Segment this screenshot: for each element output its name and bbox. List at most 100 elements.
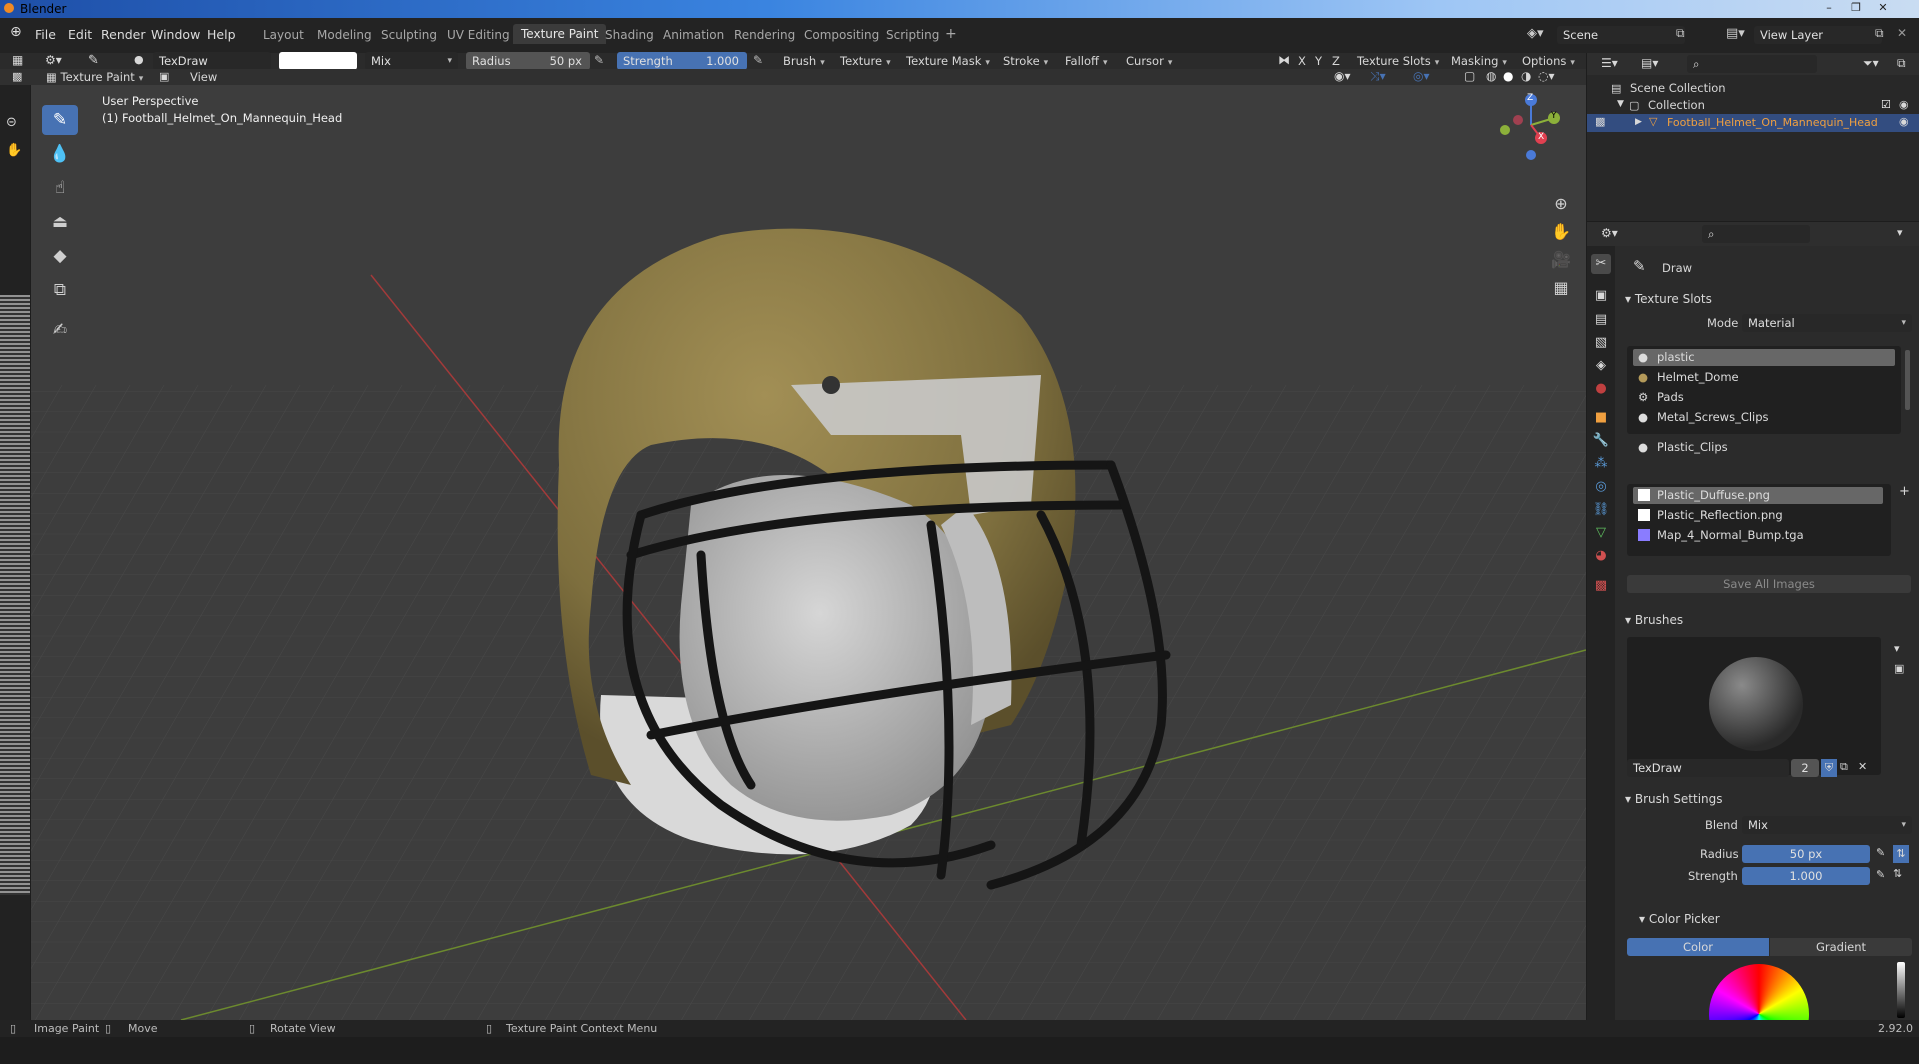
clone-tool-button[interactable]: ⏏ [42,207,78,237]
tab-scripting[interactable]: Scripting [886,28,939,42]
chevron-down-icon[interactable]: ▾ [1894,642,1900,655]
scene-icon[interactable]: ◈▾ [1527,26,1544,41]
blender-menu-icon[interactable]: ⊕ [10,24,22,40]
tab-sculpting[interactable]: Sculpting [381,28,437,42]
physics-tab-icon[interactable]: ◎ [1591,477,1611,497]
new-view-layer-icon[interactable]: ⧉ [1875,26,1884,41]
fake-user-shield-icon[interactable]: ⛨ [1821,759,1837,777]
save-all-images-button[interactable]: Save All Images [1627,575,1911,593]
radius-pressure-icon[interactable]: ✎ [594,53,604,67]
collection-checkbox-icon[interactable]: ☑ [1881,98,1891,111]
draw-tool-button[interactable]: ✎ [42,105,78,135]
new-scene-icon[interactable]: ⧉ [1676,26,1685,41]
zoom-icon[interactable]: ⊝ [6,115,17,130]
list-item[interactable]: ● Helmet_Dome [1633,369,1895,386]
properties-search-input[interactable]: ⌕ [1702,225,1810,243]
display-mode-icon[interactable]: ▤▾ [1641,56,1658,70]
list-item[interactable]: Plastic_Reflection.png [1633,507,1883,524]
expand-arrow-icon[interactable]: ▼ [1617,99,1624,109]
tab-animation[interactable]: Animation [663,28,724,42]
editor-type-icon[interactable]: ⚙▾ [1601,226,1618,240]
duplicate-brush-icon[interactable]: ⧉ [1840,760,1848,774]
texture-slots-panel-header[interactable]: ▾ Texture Slots [1625,292,1712,306]
paint-mask-icon[interactable]: ▣ [159,70,169,83]
scene-field[interactable]: Scene [1557,26,1685,44]
tab-modeling[interactable]: Modeling [317,28,372,42]
new-collection-icon[interactable]: ⧉ [1897,56,1906,71]
blend-mode-dropdown[interactable]: Mix ▾ [365,52,458,70]
view-menu[interactable]: View [190,68,217,86]
add-workspace-icon[interactable]: + [945,26,957,42]
brush-image-icon[interactable]: ▣ [1894,662,1904,675]
smear-tool-button[interactable]: ☝ [42,173,78,203]
pan-view-hand-icon[interactable]: ✋ [1549,220,1573,244]
mirror-y-toggle[interactable]: Y [1315,52,1322,70]
mirror-z-toggle[interactable]: Z [1332,52,1340,70]
unlink-brush-icon[interactable]: ✕ [1858,760,1867,773]
texture-mode-dropdown[interactable]: Material ▾ [1742,314,1912,332]
soften-tool-button[interactable]: 💧 [42,139,78,169]
editor-type-icon[interactable]: ☰▾ [1601,56,1618,70]
editor-type-icon[interactable]: ▩ [12,70,22,83]
brush-color-swatch[interactable] [279,52,357,70]
blend-dropdown[interactable]: Mix ▾ [1742,816,1912,834]
visibility-eye-icon[interactable]: ◉▾ [1334,69,1351,83]
color-picker-panel-header[interactable]: ▾ Color Picker [1639,912,1720,926]
list-item[interactable]: Plastic_Duffuse.png [1633,487,1883,504]
view-layer-tab-icon[interactable]: ▧ [1591,333,1611,353]
particles-tab-icon[interactable]: ⁂ [1591,454,1611,474]
tool-tab-icon[interactable]: ✂ [1591,254,1611,274]
menu-window[interactable]: Window [151,27,200,42]
list-scrollbar[interactable] [1905,350,1910,410]
list-item[interactable]: ● Metal_Screws_Clips [1633,409,1895,426]
brush-name-field[interactable]: TexDraw [1627,759,1789,777]
add-slot-icon[interactable]: + [1899,484,1910,499]
texture-tab-icon[interactable]: ▩ [1591,576,1611,596]
menu-help[interactable]: Help [207,27,236,42]
material-tab-icon[interactable]: ◕ [1591,546,1611,566]
mask-tool-button[interactable]: ⧉ [42,275,78,305]
zoom-view-icon[interactable]: ⊕ [1549,192,1573,216]
expand-arrow-icon[interactable]: ▶ [1635,117,1642,127]
visibility-eye-icon[interactable]: ◉ [1899,115,1909,128]
chevron-down-icon[interactable]: ▾ [1897,226,1903,239]
view-layer-field[interactable]: View Layer [1754,26,1882,44]
close-icon[interactable]: ✕ [1872,1,1894,16]
menu-edit[interactable]: Edit [68,27,92,42]
maximize-icon[interactable]: ❐ [1845,1,1867,16]
tab-shading[interactable]: Shading [605,28,654,42]
scrollbar-strip[interactable] [0,295,30,895]
modifier-tab-icon[interactable]: 🔧 [1591,431,1611,451]
visibility-eye-icon[interactable]: ◉ [1899,98,1909,111]
strength-slider[interactable]: 1.000 [1742,867,1870,885]
rendered-shading-icon[interactable]: ◌▾ [1538,69,1555,83]
camera-view-icon[interactable]: 🎥 [1549,248,1573,272]
list-item[interactable]: ● Plastic_Clips [1633,439,1895,456]
menu-file[interactable]: File [35,27,56,42]
tab-rendering[interactable]: Rendering [734,28,795,42]
list-item[interactable]: ⚙ Pads [1633,389,1895,406]
xray-toggle-icon[interactable]: ▢ [1464,69,1475,83]
radius-slider[interactable]: Radius 50 px [466,52,590,70]
object-tab-icon[interactable]: ■ [1591,408,1611,428]
tab-uv-editing[interactable]: UV Editing [447,28,510,42]
annotate-tool-button[interactable]: ✍ [42,315,78,345]
tab-texture-paint[interactable]: Texture Paint [513,24,607,44]
render-tab-icon[interactable]: ▣ [1591,286,1611,306]
world-tab-icon[interactable]: ● [1591,379,1611,399]
collection-label[interactable]: Collection [1648,98,1705,112]
brush-preview[interactable] [1627,637,1881,775]
outliner-row-object[interactable]: ▩ ▶ ▽ Football_Helmet_On_Mannequin_Head … [1587,114,1919,132]
brushes-panel-header[interactable]: ▾ Brushes [1625,613,1683,627]
view-layer-icon[interactable]: ▤▾ [1726,26,1745,41]
data-tab-icon[interactable]: ▽ [1591,523,1611,543]
material-shading-icon[interactable]: ◑ [1521,69,1531,83]
tool-settings-icon[interactable]: ⚙▾ [45,53,62,67]
radius-pressure-icon[interactable]: ✎ [1876,846,1885,859]
menu-render[interactable]: Render [101,27,146,42]
outliner-search-input[interactable]: ⌕ [1687,55,1817,73]
editor-type-icon[interactable]: ▦ [12,53,23,67]
output-tab-icon[interactable]: ▤ [1591,310,1611,330]
list-item[interactable]: ● plastic [1633,349,1895,366]
fill-tool-button[interactable]: ◆ [42,241,78,271]
